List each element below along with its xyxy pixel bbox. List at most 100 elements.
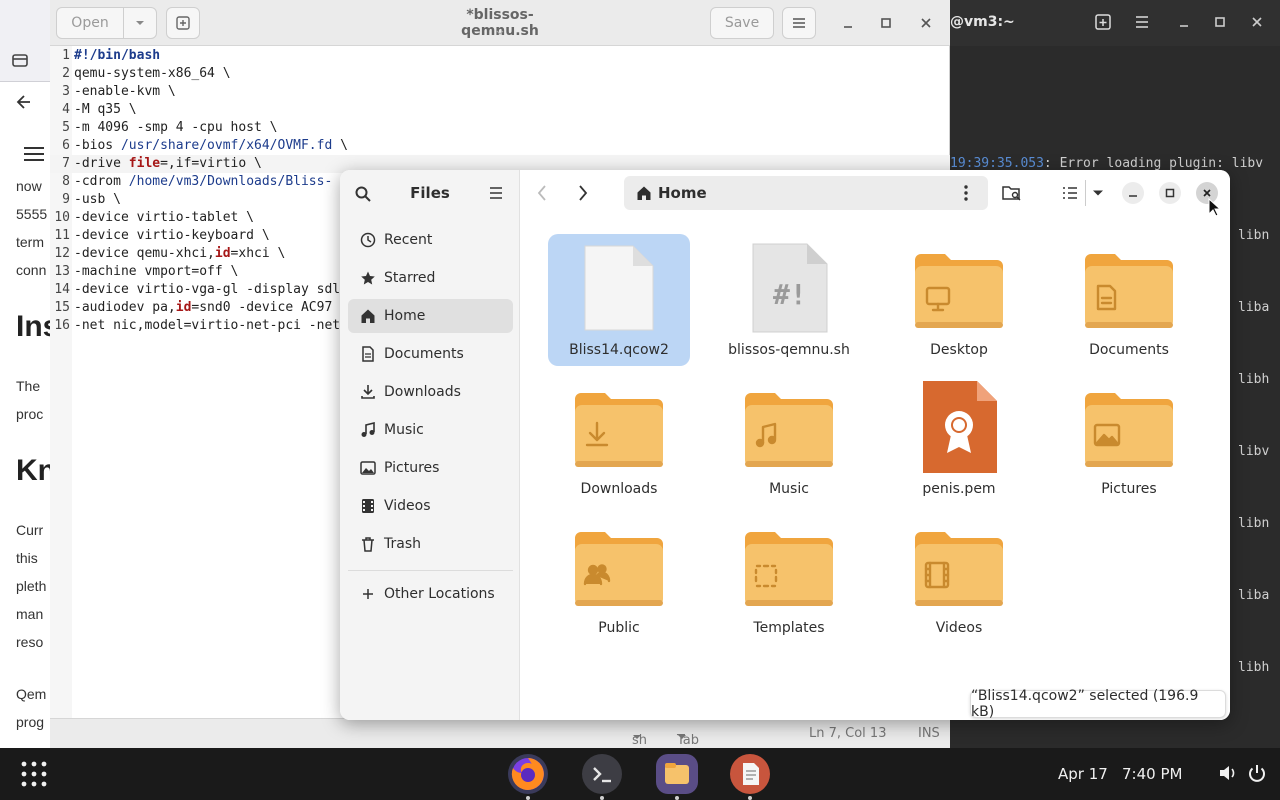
sidebar-item-label: Recent [384,232,433,248]
file-item[interactable]: Bliss14.qcow2 [548,234,690,366]
line-number: 1 [62,48,70,63]
item-label: Bliss14.qcow2 [569,342,669,358]
folder-desktop-icon [913,242,1005,334]
maximize-button[interactable] [1159,182,1181,204]
sidebar-item-downloads[interactable]: Downloads [348,375,513,409]
code-token: -net nic,model=virtio-net-pci -net [74,318,341,333]
chevron-down-icon[interactable] [496,30,504,36]
selection-status: “Bliss14.qcow2” selected (196.9 kB) [970,688,1226,720]
chevron-down-icon [632,733,642,741]
files-icon[interactable] [656,754,698,794]
sidebar-item-label: Documents [384,346,464,362]
item-label: Public [598,620,640,636]
view-options-icon[interactable] [1092,189,1104,197]
hamburger-menu-icon[interactable] [488,185,504,201]
plus-icon [359,585,377,603]
item-label: Downloads [580,481,658,497]
code-line[interactable]: 6 -bios /usr/share/ovmf/x64/OVMF.fd \ [50,137,950,155]
minimize-icon[interactable] [840,15,856,31]
folder-item[interactable]: Documents [1058,234,1200,366]
volume-icon[interactable] [1218,764,1238,782]
folder-item[interactable]: Pictures [1058,373,1200,505]
forward-chevron-icon[interactable] [577,184,589,202]
folder-item[interactable]: Videos [888,512,1030,644]
running-indicator [600,796,604,800]
hamburger-menu-icon[interactable] [22,144,46,164]
kebab-menu-icon[interactable] [964,185,968,201]
close-icon[interactable] [1249,14,1265,30]
open-dropdown-button[interactable] [123,7,157,39]
code-token: -cdrom [74,174,129,189]
code-token: -device qemu-xhci, [74,246,215,261]
item-label: blissos-qemnu.sh [728,342,850,358]
chevron-down-icon [134,17,146,29]
sidebar-item-videos[interactable]: Videos [348,489,513,523]
code-token: #!/bin/bash [74,48,161,63]
file-item[interactable]: penis.pem [888,373,1030,505]
sidebar-item-pictures[interactable]: Pictures [348,451,513,485]
maximize-icon[interactable] [878,15,894,31]
close-icon[interactable] [918,15,934,31]
sidebar-item-label: Home [384,308,426,324]
code-line[interactable]: 5 -m 4096 -smp 4 -cpu host \ [50,119,950,137]
sidebar-item-home[interactable]: Home [348,299,513,333]
terminal-line: libn [1238,516,1270,531]
page-text: pleth [16,578,47,594]
maximize-icon[interactable] [1212,14,1228,30]
back-arrow-icon[interactable] [14,92,34,112]
save-button[interactable]: Save [710,7,774,39]
sidebar-item-other-locations[interactable]: Other Locations [348,577,513,611]
sidebar-item-label: Pictures [384,460,440,476]
folder-search-icon[interactable] [1002,184,1022,202]
search-icon[interactable] [354,185,372,203]
terminal-menu-icon[interactable] [1134,14,1150,30]
time-label[interactable]: 7:40 PM [1122,765,1182,783]
folder-item[interactable]: Downloads [548,373,690,505]
app-grid-icon[interactable] [20,760,48,788]
folder-item[interactable]: Public [548,512,690,644]
files-main: Home Bliss14.qcow2 #! blissos-qemnu.sh Desk… [520,170,1230,720]
code-token: -usb \ [74,192,121,207]
item-label: Desktop [930,342,988,358]
list-view-icon[interactable] [1062,186,1078,200]
sidebar-item-documents[interactable]: Documents [348,337,513,371]
item-label: Music [769,481,809,497]
location-bar[interactable]: Home [624,176,988,210]
line-number: 12 [54,246,70,261]
sidebar-item-trash[interactable]: Trash [348,527,513,561]
tab-overview-icon[interactable] [10,50,30,70]
file-item[interactable]: #! blissos-qemnu.sh [718,234,860,366]
page-text: conn [16,262,47,278]
new-tab-button[interactable] [166,7,200,39]
running-indicator [748,796,752,800]
sidebar-item-label: Trash [384,536,421,552]
date-label[interactable]: Apr 17 [1058,765,1108,783]
firefox-icon[interactable] [508,754,548,794]
new-tab-icon[interactable] [1094,13,1112,31]
code-line[interactable]: 3 -enable-kvm \ [50,83,950,101]
sidebar-item-label: Videos [384,498,431,514]
minimize-button[interactable] [1122,182,1144,204]
folder-item[interactable]: Templates [718,512,860,644]
text-editor-icon[interactable] [730,754,770,794]
sidebar-item-starred[interactable]: Starred [348,261,513,295]
minimize-icon[interactable] [1176,14,1192,30]
main-menu-button[interactable] [782,7,816,39]
back-chevron-icon[interactable] [536,184,548,202]
sidebar-header: Files [340,170,520,216]
insert-mode: INS [918,726,940,741]
code-line[interactable]: 1 #!/bin/bash [50,47,950,65]
sidebar-item-music[interactable]: Music [348,413,513,447]
code-line[interactable]: 4 -M q35 \ [50,101,950,119]
sidebar-item-recent[interactable]: Recent [348,223,513,257]
line-number: 9 [62,192,70,207]
power-icon[interactable] [1248,763,1266,783]
files-window: Files Recent Starred Home Documents Download… [340,170,1230,720]
code-token: id [214,246,231,261]
code-line[interactable]: 2 qemu-system-x86_64 \ [50,65,950,83]
folder-item[interactable]: Music [718,373,860,505]
open-button[interactable]: Open [56,7,124,39]
folder-item[interactable]: Desktop [888,234,1030,366]
home-icon [359,307,377,325]
terminal-icon[interactable] [582,754,622,794]
